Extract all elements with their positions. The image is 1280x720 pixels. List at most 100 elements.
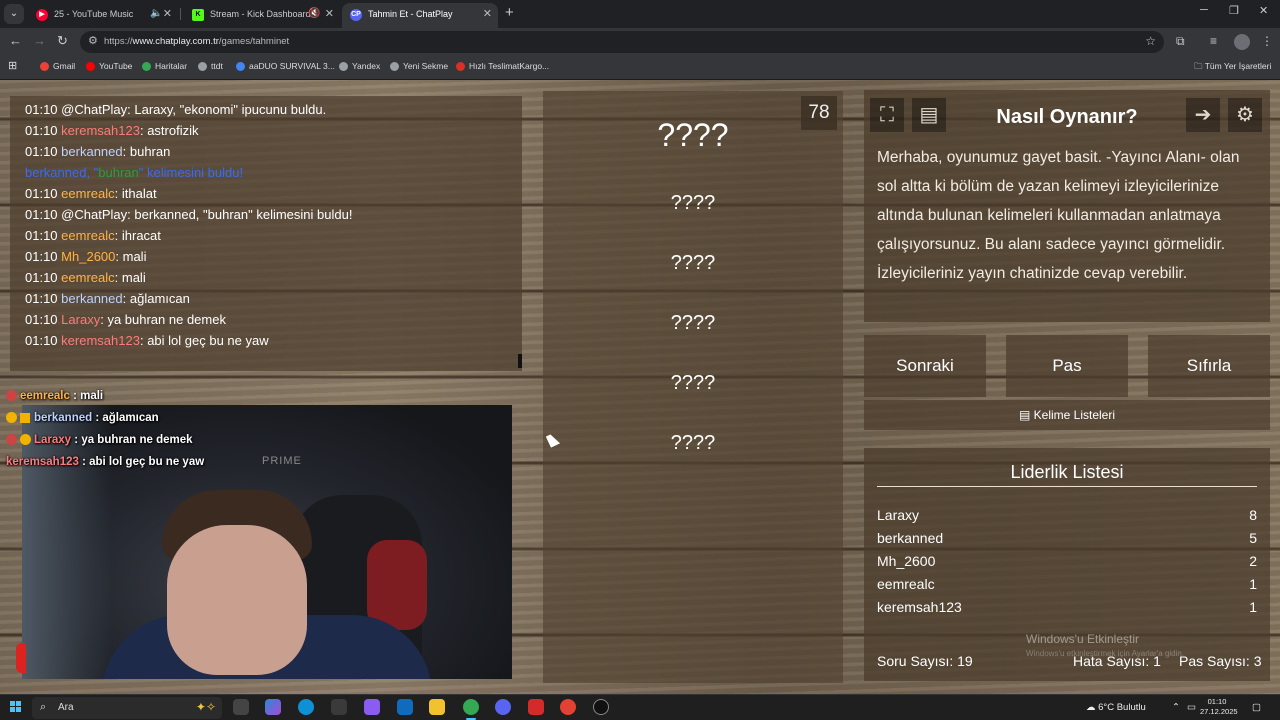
overlay-user: eemrealc [20,390,70,402]
how-to-play-text: Merhaba, oyunumuz gayet basit. -Yayıncı … [877,149,1240,282]
taskbar-search[interactable]: ⌕ Ara ✦✧ [32,697,222,719]
logout-icon[interactable]: ➔ [1186,98,1220,132]
chat-line: 01:10 eemrealc: ithalat [25,186,157,201]
muted-speaker-icon[interactable]: 🔇 [308,3,320,25]
overlay-user: keremsah123 [6,456,79,468]
url-text[interactable]: https://www.chatplay.com.tr/games/tahmin… [104,36,289,47]
restore-window-icon[interactable]: ❐ [1229,4,1239,17]
bookmark-gmail[interactable]: Gmail [40,61,75,72]
word-lists-button[interactable]: ▤ Kelime Listeleri [864,400,1270,430]
chat-user: berkanned, " [25,165,99,180]
tab-kick-dashboard[interactable]: K Stream - Kick Dashboard 🔇 ✕ [184,3,340,28]
forbidden-word: ???? [670,432,716,454]
chat-message: Laraxy, "ekonomi" ipucunu buldu. [134,102,327,117]
pass-button[interactable]: Pas [1006,335,1128,397]
all-bookmarks-folder[interactable]: 🗀 Tüm Yer İşaretleri [1194,61,1271,75]
copilot-icon[interactable] [265,699,281,715]
chat-line: 01:10 keremsah123: abi lol geç bu ne yaw [25,333,269,348]
site-info-icon[interactable]: ⚙ [88,34,98,47]
chat-time: 01:10 [25,270,58,285]
close-tab-icon[interactable]: ✕ [163,3,172,25]
reload-icon[interactable]: ↻ [57,33,68,49]
word-panel: ???? ???? ???? ???? ???? ???? [543,91,843,683]
bookmark-star-icon[interactable]: ☆ [1145,34,1156,48]
new-tab-plus-icon[interactable]: + [505,4,514,21]
chat-time: 01:10 [25,333,58,348]
m365-icon[interactable] [364,699,380,715]
subscriber-badge-icon [20,412,30,423]
address-bar[interactable]: ⚙ https://www.chatplay.com.tr/games/tahm… [80,31,1164,53]
obs-icon[interactable] [593,699,609,715]
chevron-up-icon[interactable]: ⌃ [1172,702,1180,713]
system-clock[interactable]: 01:10 27.12.2025 [1200,697,1238,717]
chat-message: buhran [129,144,171,159]
chat-line: berkanned, "buhran" kelimesini buldu! [25,165,244,180]
chat-message: berkanned, "buhran" kelimesini buldu! [134,207,353,222]
app-icon[interactable] [528,699,544,715]
network-icon[interactable]: ▭ [1187,702,1196,713]
file-explorer-icon[interactable] [429,699,445,715]
apps-grid-icon[interactable]: ⊞ [8,59,17,72]
tab-chatplay[interactable]: CP Tahmin Et - ChatPlay ✕ [342,3,498,28]
chat-user: eemrealc [61,186,115,201]
tab-search-button[interactable]: ⌄ [4,4,24,24]
chat-user: berkanned [61,144,123,159]
activation-watermark-subtitle: Windows'u etkinleştirmek için Ayarlar'a … [1026,649,1185,658]
overlay-chat-line: Laraxy : ya buhran ne demek [6,434,193,446]
discord-icon[interactable] [495,699,511,715]
task-view-icon[interactable] [233,699,249,715]
chat-line: 01:10 berkanned: buhran [25,144,171,159]
bookmark-aaduo[interactable]: aaDUO SURVIVAL 3... [236,61,335,72]
settings-gear-icon[interactable]: ⚙ [1228,98,1262,132]
chat-message: ağlamıcan [129,291,190,306]
weather-widget[interactable]: ☁ 6°C Bulutlu [1086,702,1146,713]
windows-taskbar: ⌕ Ara ✦✧ ☁ 6°C Bulutlu ⌃ ▭ 01:10 27.12.20… [0,694,1280,720]
speaker-icon[interactable]: 🔈 [150,3,162,25]
clipboard-icon: ▤ [1018,408,1034,422]
scrollbar-thumb[interactable] [518,354,522,368]
next-button[interactable]: Sonraki [864,335,986,397]
badge-icon [20,434,31,446]
store-icon[interactable] [331,699,347,715]
globe-icon [236,62,245,72]
bookmark-yandex[interactable]: Yandex [339,61,380,72]
chrome-icon[interactable] [463,699,479,715]
bookmark-youtube[interactable]: YouTube [86,61,132,72]
chair-brand-label: PRIME [262,455,302,467]
windows-start-icon[interactable] [10,701,22,713]
edge-icon[interactable] [298,699,314,715]
main-word: ???? [657,117,729,153]
close-window-icon[interactable]: ✕ [1259,4,1268,17]
tab-strip: ⌄ ▶ 25 - YouTube Music 🔈 ✕ K Stream - Kick… [0,0,1280,28]
tab-youtube-music[interactable]: ▶ 25 - YouTube Music 🔈 ✕ [28,3,178,28]
minimize-window-icon[interactable]: ─ [1200,4,1208,16]
reset-button[interactable]: Sıfırla [1148,335,1270,397]
outlook-icon[interactable] [397,699,413,715]
notifications-icon[interactable]: ▢ [1252,702,1261,713]
kick-favicon-icon: K [192,8,204,21]
back-arrow-icon[interactable]: ← [9,33,22,48]
media-controls-icon[interactable]: ≡ [1210,34,1217,48]
extensions-puzzle-icon[interactable]: ⧉ [1176,34,1185,49]
tab-divider [180,8,181,20]
bookmark-ttdt[interactable]: ttdt [198,61,223,72]
bookmark-hizli-teslimat[interactable]: Hızlı TeslimatKargo... [456,61,549,72]
chat-time: 01:10 [25,186,58,201]
chat-time: 01:10 [25,228,58,243]
close-tab-icon[interactable]: ✕ [483,3,492,25]
leaderboard-row: Mh_2600 2 [877,553,1257,569]
timer-counter: 78 [801,96,837,130]
menu-kebab-icon[interactable]: ⋮ [1261,34,1273,48]
bookmark-yeni-sekme[interactable]: Yeni Sekme [390,61,448,72]
leaderboard-title: Liderlik Listesi [1010,462,1124,482]
overlay-user: berkanned [34,412,93,424]
chat-message: buhran [98,165,139,180]
chrome-icon[interactable] [560,699,576,715]
chat-time: 01:10 [25,144,58,159]
profile-avatar[interactable] [1234,34,1250,50]
forward-arrow-icon[interactable]: → [33,33,46,48]
bookmark-haritalar[interactable]: Haritalar [142,61,187,72]
close-tab-icon[interactable]: ✕ [325,3,334,25]
tab-label: 25 - YouTube Music [54,9,134,19]
overlay-chat-line: eemrealc : mali [6,390,103,402]
